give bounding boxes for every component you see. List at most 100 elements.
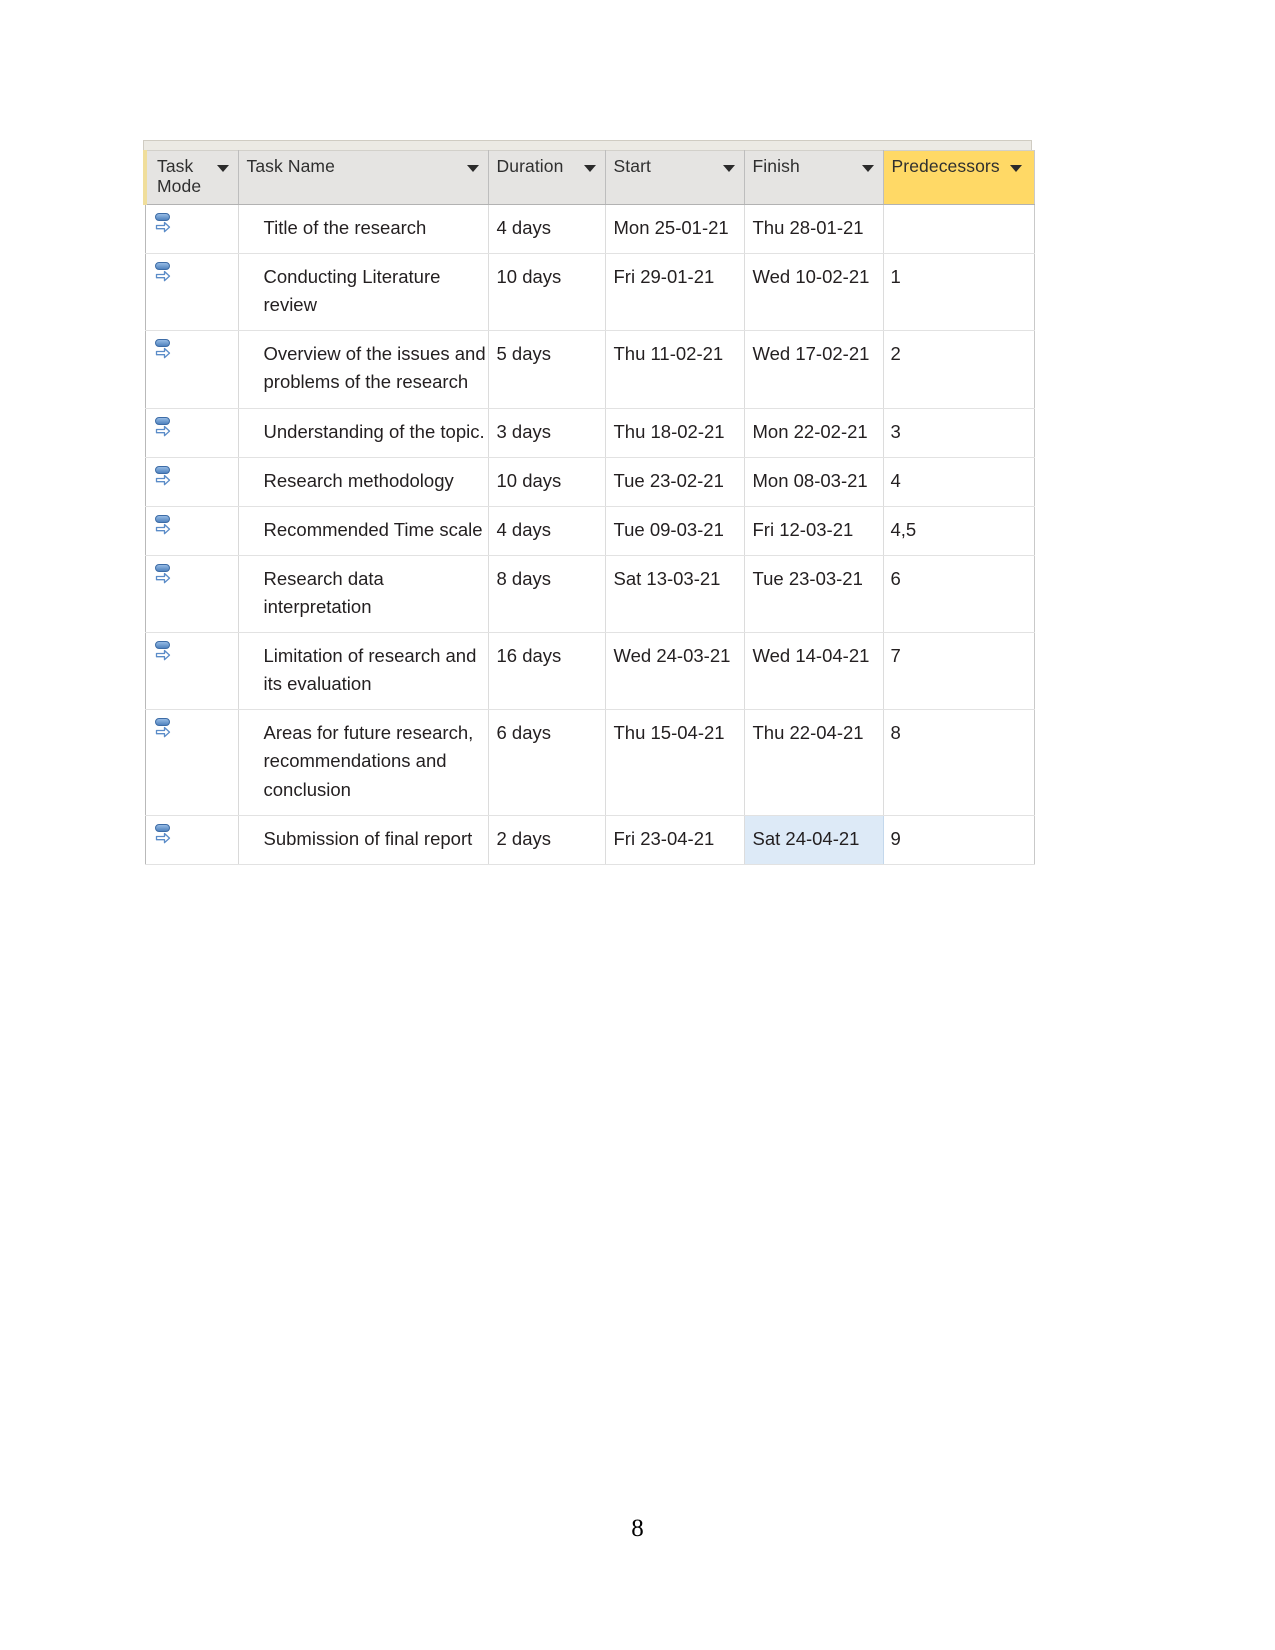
cell-start[interactable]: Fri 23-04-21: [605, 815, 745, 865]
cell-duration[interactable]: 2 days: [488, 815, 606, 865]
cell-task-mode[interactable]: [145, 815, 239, 865]
cell-task-mode[interactable]: [145, 204, 239, 255]
cell-task-name[interactable]: Understanding of the topic.: [238, 408, 489, 458]
filter-dropdown-icon-finish[interactable]: [861, 165, 874, 172]
cell-task-name[interactable]: Recommended Time scale: [238, 506, 489, 556]
cell-task-name[interactable]: Overview of the issues and problems of t…: [238, 330, 489, 409]
gantt-task-table: Task Mode Task Name Duration Start Finis…: [143, 140, 1035, 865]
cell-finish[interactable]: Thu 28-01-21: [744, 204, 884, 255]
manually-scheduled-icon[interactable]: [154, 640, 180, 666]
page-number: 8: [631, 1515, 644, 1542]
manually-scheduled-icon[interactable]: [154, 717, 180, 743]
cell-predecessors[interactable]: 1: [883, 253, 1034, 332]
table-row[interactable]: Conducting Literature review 10 days Fri 2…: [145, 253, 1034, 332]
manually-scheduled-icon[interactable]: [154, 514, 180, 540]
cell-start[interactable]: Thu 11-02-21: [605, 330, 745, 409]
cell-finish[interactable]: Wed 17-02-21: [744, 330, 884, 409]
table-row[interactable]: Recommended Time scale 4 days Tue 09-03-21…: [145, 506, 1034, 556]
cell-task-name[interactable]: Areas for future research, recommendatio…: [238, 709, 489, 816]
cell-task-name[interactable]: Limitation of research and its evaluatio…: [238, 632, 489, 711]
cell-predecessors[interactable]: [883, 204, 1034, 255]
manually-scheduled-icon[interactable]: [154, 261, 180, 287]
cell-start[interactable]: Tue 23-02-21: [605, 457, 745, 507]
cell-duration[interactable]: 3 days: [488, 408, 606, 458]
cell-task-name[interactable]: Research methodology: [238, 457, 489, 507]
table-row[interactable]: Research data interpretation 8 days Sat 13…: [145, 555, 1034, 634]
cell-task-mode[interactable]: [145, 408, 239, 458]
cell-duration[interactable]: 8 days: [488, 555, 606, 634]
cell-finish[interactable]: Fri 12-03-21: [744, 506, 884, 556]
cell-finish[interactable]: Tue 23-03-21: [744, 555, 884, 634]
cell-task-name[interactable]: Title of the research: [238, 204, 489, 255]
filter-dropdown-icon-task-mode[interactable]: [216, 165, 229, 172]
manually-scheduled-icon[interactable]: [154, 212, 180, 238]
cell-start[interactable]: Wed 24-03-21: [605, 632, 745, 711]
filter-dropdown-icon-duration[interactable]: [583, 165, 596, 172]
table-row[interactable]: Title of the research 4 days Mon 25-01-21 T…: [145, 204, 1034, 255]
cell-finish[interactable]: Mon 22-02-21: [744, 408, 884, 458]
column-header-predecessors[interactable]: Predecessors: [883, 150, 1035, 205]
cell-task-mode[interactable]: [145, 253, 239, 332]
cell-finish[interactable]: Wed 10-02-21: [744, 253, 884, 332]
cell-task-name[interactable]: Submission of final report: [238, 815, 489, 865]
column-header-finish[interactable]: Finish: [744, 150, 884, 205]
cell-task-mode[interactable]: [145, 457, 239, 507]
cell-task-mode[interactable]: [145, 330, 239, 409]
cell-task-mode[interactable]: [145, 709, 239, 816]
cell-predecessors[interactable]: 8: [883, 709, 1034, 816]
cell-predecessors[interactable]: 4,5: [883, 506, 1034, 556]
cell-duration[interactable]: 10 days: [488, 457, 606, 507]
manually-scheduled-icon[interactable]: [154, 416, 180, 442]
filter-dropdown-icon-start[interactable]: [722, 165, 735, 172]
cell-duration[interactable]: 6 days: [488, 709, 606, 816]
table-row[interactable]: Submission of final report 2 days Fri 23-0…: [145, 815, 1034, 865]
manually-scheduled-icon[interactable]: [154, 465, 180, 491]
header-row: Task Mode Task Name Duration Start Finis…: [143, 150, 1035, 205]
cell-start[interactable]: Thu 15-04-21: [605, 709, 745, 816]
cell-task-name[interactable]: Research data interpretation: [238, 555, 489, 634]
cell-finish[interactable]: Wed 14-04-21: [744, 632, 884, 711]
manually-scheduled-icon[interactable]: [154, 338, 180, 364]
column-header-predecessors-label: Predecessors: [891, 156, 1000, 176]
cell-start[interactable]: Tue 09-03-21: [605, 506, 745, 556]
table-row[interactable]: Limitation of research and its evaluatio…: [145, 632, 1034, 711]
cell-duration[interactable]: 4 days: [488, 204, 606, 255]
cell-duration[interactable]: 5 days: [488, 330, 606, 409]
cell-predecessors[interactable]: 3: [883, 408, 1034, 458]
column-header-task-name[interactable]: Task Name: [238, 150, 489, 205]
cell-duration[interactable]: 4 days: [488, 506, 606, 556]
cell-predecessors[interactable]: 2: [883, 330, 1034, 409]
cell-predecessors[interactable]: 9: [883, 815, 1034, 865]
filter-dropdown-icon-predecessors[interactable]: [1009, 165, 1022, 172]
cell-finish[interactable]: Sat 24-04-21: [743, 815, 884, 865]
cell-task-name[interactable]: Conducting Literature review: [238, 253, 489, 332]
column-header-task-mode-label: Task Mode: [157, 156, 202, 197]
table-top-strip: [143, 140, 1032, 150]
cell-duration[interactable]: 16 days: [488, 632, 606, 711]
table-row[interactable]: Research methodology 10 days Tue 23-02-21 M…: [145, 457, 1034, 507]
cell-start[interactable]: Sat 13-03-21: [605, 555, 745, 634]
cell-finish[interactable]: Thu 22-04-21: [744, 709, 884, 816]
cell-task-mode[interactable]: [145, 632, 239, 711]
cell-predecessors[interactable]: 7: [883, 632, 1034, 711]
column-header-start[interactable]: Start: [605, 150, 745, 205]
cell-start[interactable]: Mon 25-01-21: [605, 204, 745, 255]
cell-start[interactable]: Thu 18-02-21: [605, 408, 745, 458]
cell-predecessors[interactable]: 6: [883, 555, 1034, 634]
cell-start[interactable]: Fri 29-01-21: [605, 253, 745, 332]
table-row[interactable]: Overview of the issues and problems of t…: [145, 330, 1034, 409]
column-header-start-label: Start: [613, 156, 651, 176]
manually-scheduled-icon[interactable]: [154, 563, 180, 589]
cell-task-mode[interactable]: [145, 555, 239, 634]
filter-dropdown-icon-task-name[interactable]: [466, 165, 479, 172]
table-row[interactable]: Areas for future research, recommendatio…: [145, 709, 1034, 816]
column-header-task-mode[interactable]: Task Mode: [143, 150, 239, 205]
cell-predecessors[interactable]: 4: [883, 457, 1034, 507]
manually-scheduled-icon[interactable]: [154, 823, 180, 849]
cell-finish[interactable]: Mon 08-03-21: [744, 457, 884, 507]
column-header-task-name-label: Task Name: [246, 156, 335, 176]
cell-duration[interactable]: 10 days: [488, 253, 606, 332]
cell-task-mode[interactable]: [145, 506, 239, 556]
column-header-duration[interactable]: Duration: [488, 150, 606, 205]
table-row[interactable]: Understanding of the topic. 3 days Thu 18-…: [145, 408, 1034, 458]
